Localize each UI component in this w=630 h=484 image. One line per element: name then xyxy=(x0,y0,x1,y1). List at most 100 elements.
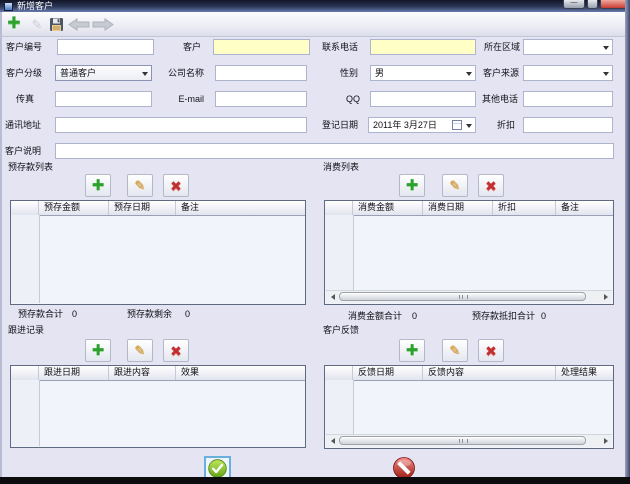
other-phone-label: 其他电话 xyxy=(482,94,519,104)
scrollbar-thumb[interactable] xyxy=(339,292,586,301)
feedback-panel-title: 客户反馈 xyxy=(323,325,360,335)
column-header[interactable]: 效果 xyxy=(176,366,305,380)
deposit-delete-button[interactable]: ✖ xyxy=(163,174,189,197)
close-button[interactable] xyxy=(600,0,627,9)
email-label: E-mail xyxy=(178,94,204,104)
follow-delete-button[interactable]: ✖ xyxy=(163,339,189,362)
row-selector-column xyxy=(11,380,40,446)
pencil-icon: ✎ xyxy=(449,178,461,193)
back-button-disabled xyxy=(67,14,91,34)
level-select[interactable]: 普通客户 xyxy=(55,65,152,81)
column-header[interactable]: 备注 xyxy=(556,201,613,215)
fax-label: 传真 xyxy=(16,94,35,104)
deposit-add-button[interactable]: ✚ xyxy=(85,174,111,197)
source-select[interactable] xyxy=(523,65,613,81)
row-selector-column xyxy=(325,380,354,435)
company-label: 公司名称 xyxy=(168,68,205,78)
company-input[interactable] xyxy=(215,65,307,81)
customer-label: 客户 xyxy=(183,42,202,52)
address-label: 通讯地址 xyxy=(5,120,42,130)
delete-icon: ✖ xyxy=(170,342,182,359)
consume-delete-button[interactable]: ✖ xyxy=(478,174,504,197)
edit-icon: ✎ xyxy=(31,16,43,32)
deposit-edit-button[interactable]: ✎ xyxy=(127,174,153,197)
pencil-icon: ✎ xyxy=(134,343,146,358)
column-header[interactable]: 反馈内容 xyxy=(423,366,556,380)
row-selector-column xyxy=(325,215,354,291)
back-icon xyxy=(68,17,90,31)
fax-input[interactable] xyxy=(55,91,152,107)
deposit-panel-title: 预存款列表 xyxy=(8,162,54,172)
maximize-button[interactable] xyxy=(587,0,598,9)
customer-id-input[interactable] xyxy=(57,39,154,55)
discount-label: 折扣 xyxy=(497,120,516,130)
other-phone-input[interactable] xyxy=(523,91,613,107)
contact-phone-label: 联系电话 xyxy=(322,42,359,52)
feedback-grid-header: 反馈日期 反馈内容 处理结果 xyxy=(325,366,613,381)
plus-icon: ✚ xyxy=(91,177,105,194)
deposit-offset-value: 0 xyxy=(541,311,547,321)
note-input[interactable] xyxy=(55,143,614,159)
column-header[interactable]: 处理结果 xyxy=(556,366,613,380)
scroll-right-arrow[interactable] xyxy=(600,436,611,446)
follow-panel-title: 跟进记录 xyxy=(8,325,45,335)
feedback-delete-button[interactable]: ✖ xyxy=(478,339,504,362)
consume-add-button[interactable]: ✚ xyxy=(399,174,425,197)
follow-add-button[interactable]: ✚ xyxy=(85,339,111,362)
deposit-offset-label: 预存款抵扣合计 xyxy=(472,311,536,321)
window-title: 新增客户 xyxy=(17,1,54,11)
titlebar: 新增客户 xyxy=(0,0,630,12)
feedback-edit-button[interactable]: ✎ xyxy=(442,339,468,362)
column-header[interactable]: 预存金额 xyxy=(39,201,109,215)
customer-input[interactable] xyxy=(213,39,310,55)
chevron-down-icon xyxy=(603,46,609,50)
add-button[interactable]: ✚ xyxy=(4,14,24,34)
column-header[interactable]: 跟进内容 xyxy=(109,366,176,380)
chevron-down-icon xyxy=(603,72,609,76)
scrollbar-thumb[interactable] xyxy=(339,436,586,445)
scroll-left-arrow[interactable] xyxy=(327,436,338,446)
qq-label: QQ xyxy=(346,94,361,104)
deposit-grid: 预存金额 预存日期 备注 xyxy=(10,200,306,305)
column-header[interactable]: 消费日期 xyxy=(423,201,493,215)
new-customer-window: 新增客户 — ✚ ✎ 客户编号 客户 联系电话 所在区域 客户分级 普通客户 公… xyxy=(0,0,630,484)
feedback-add-button[interactable]: ✚ xyxy=(399,339,425,362)
source-label: 客户来源 xyxy=(483,68,520,78)
customer-id-label: 客户编号 xyxy=(6,42,43,52)
horizontal-scrollbar[interactable] xyxy=(326,290,612,303)
plus-icon: ✚ xyxy=(405,177,419,194)
main-toolbar: ✚ ✎ xyxy=(0,12,630,37)
horizontal-scrollbar[interactable] xyxy=(326,434,612,447)
column-header[interactable]: 消费金额 xyxy=(353,201,423,215)
save-button[interactable] xyxy=(46,14,66,34)
region-select[interactable] xyxy=(523,39,613,55)
discount-input[interactable] xyxy=(523,117,613,133)
plus-icon: ✚ xyxy=(91,342,105,359)
scroll-left-arrow[interactable] xyxy=(327,292,338,302)
column-header[interactable]: 跟进日期 xyxy=(39,366,109,380)
gender-select[interactable]: 男 xyxy=(370,65,476,81)
minimize-button[interactable]: — xyxy=(563,0,585,9)
level-value: 普通客户 xyxy=(60,68,97,78)
scroll-right-arrow[interactable] xyxy=(600,292,611,302)
date-label: 登记日期 xyxy=(322,120,359,130)
level-label: 客户分级 xyxy=(6,68,43,78)
window-left-border xyxy=(0,12,2,477)
plus-icon: ✚ xyxy=(405,342,419,359)
save-icon xyxy=(49,17,63,31)
column-header[interactable]: 反馈日期 xyxy=(353,366,423,380)
edit-button-disabled: ✎ xyxy=(27,14,47,34)
consume-panel-title: 消费列表 xyxy=(323,162,360,172)
column-header[interactable]: 折扣 xyxy=(493,201,556,215)
column-header[interactable]: 备注 xyxy=(176,201,305,215)
column-header[interactable]: 预存日期 xyxy=(109,201,176,215)
follow-edit-button[interactable]: ✎ xyxy=(127,339,153,362)
date-picker[interactable]: 2011年 3月27日 xyxy=(368,117,476,133)
consume-edit-button[interactable]: ✎ xyxy=(442,174,468,197)
deposit-remaining-value: 0 xyxy=(185,309,191,319)
contact-phone-input[interactable] xyxy=(370,39,476,55)
email-input[interactable] xyxy=(215,91,307,107)
address-input[interactable] xyxy=(55,117,307,133)
qq-input[interactable] xyxy=(370,91,476,107)
row-selector-header xyxy=(325,366,353,380)
